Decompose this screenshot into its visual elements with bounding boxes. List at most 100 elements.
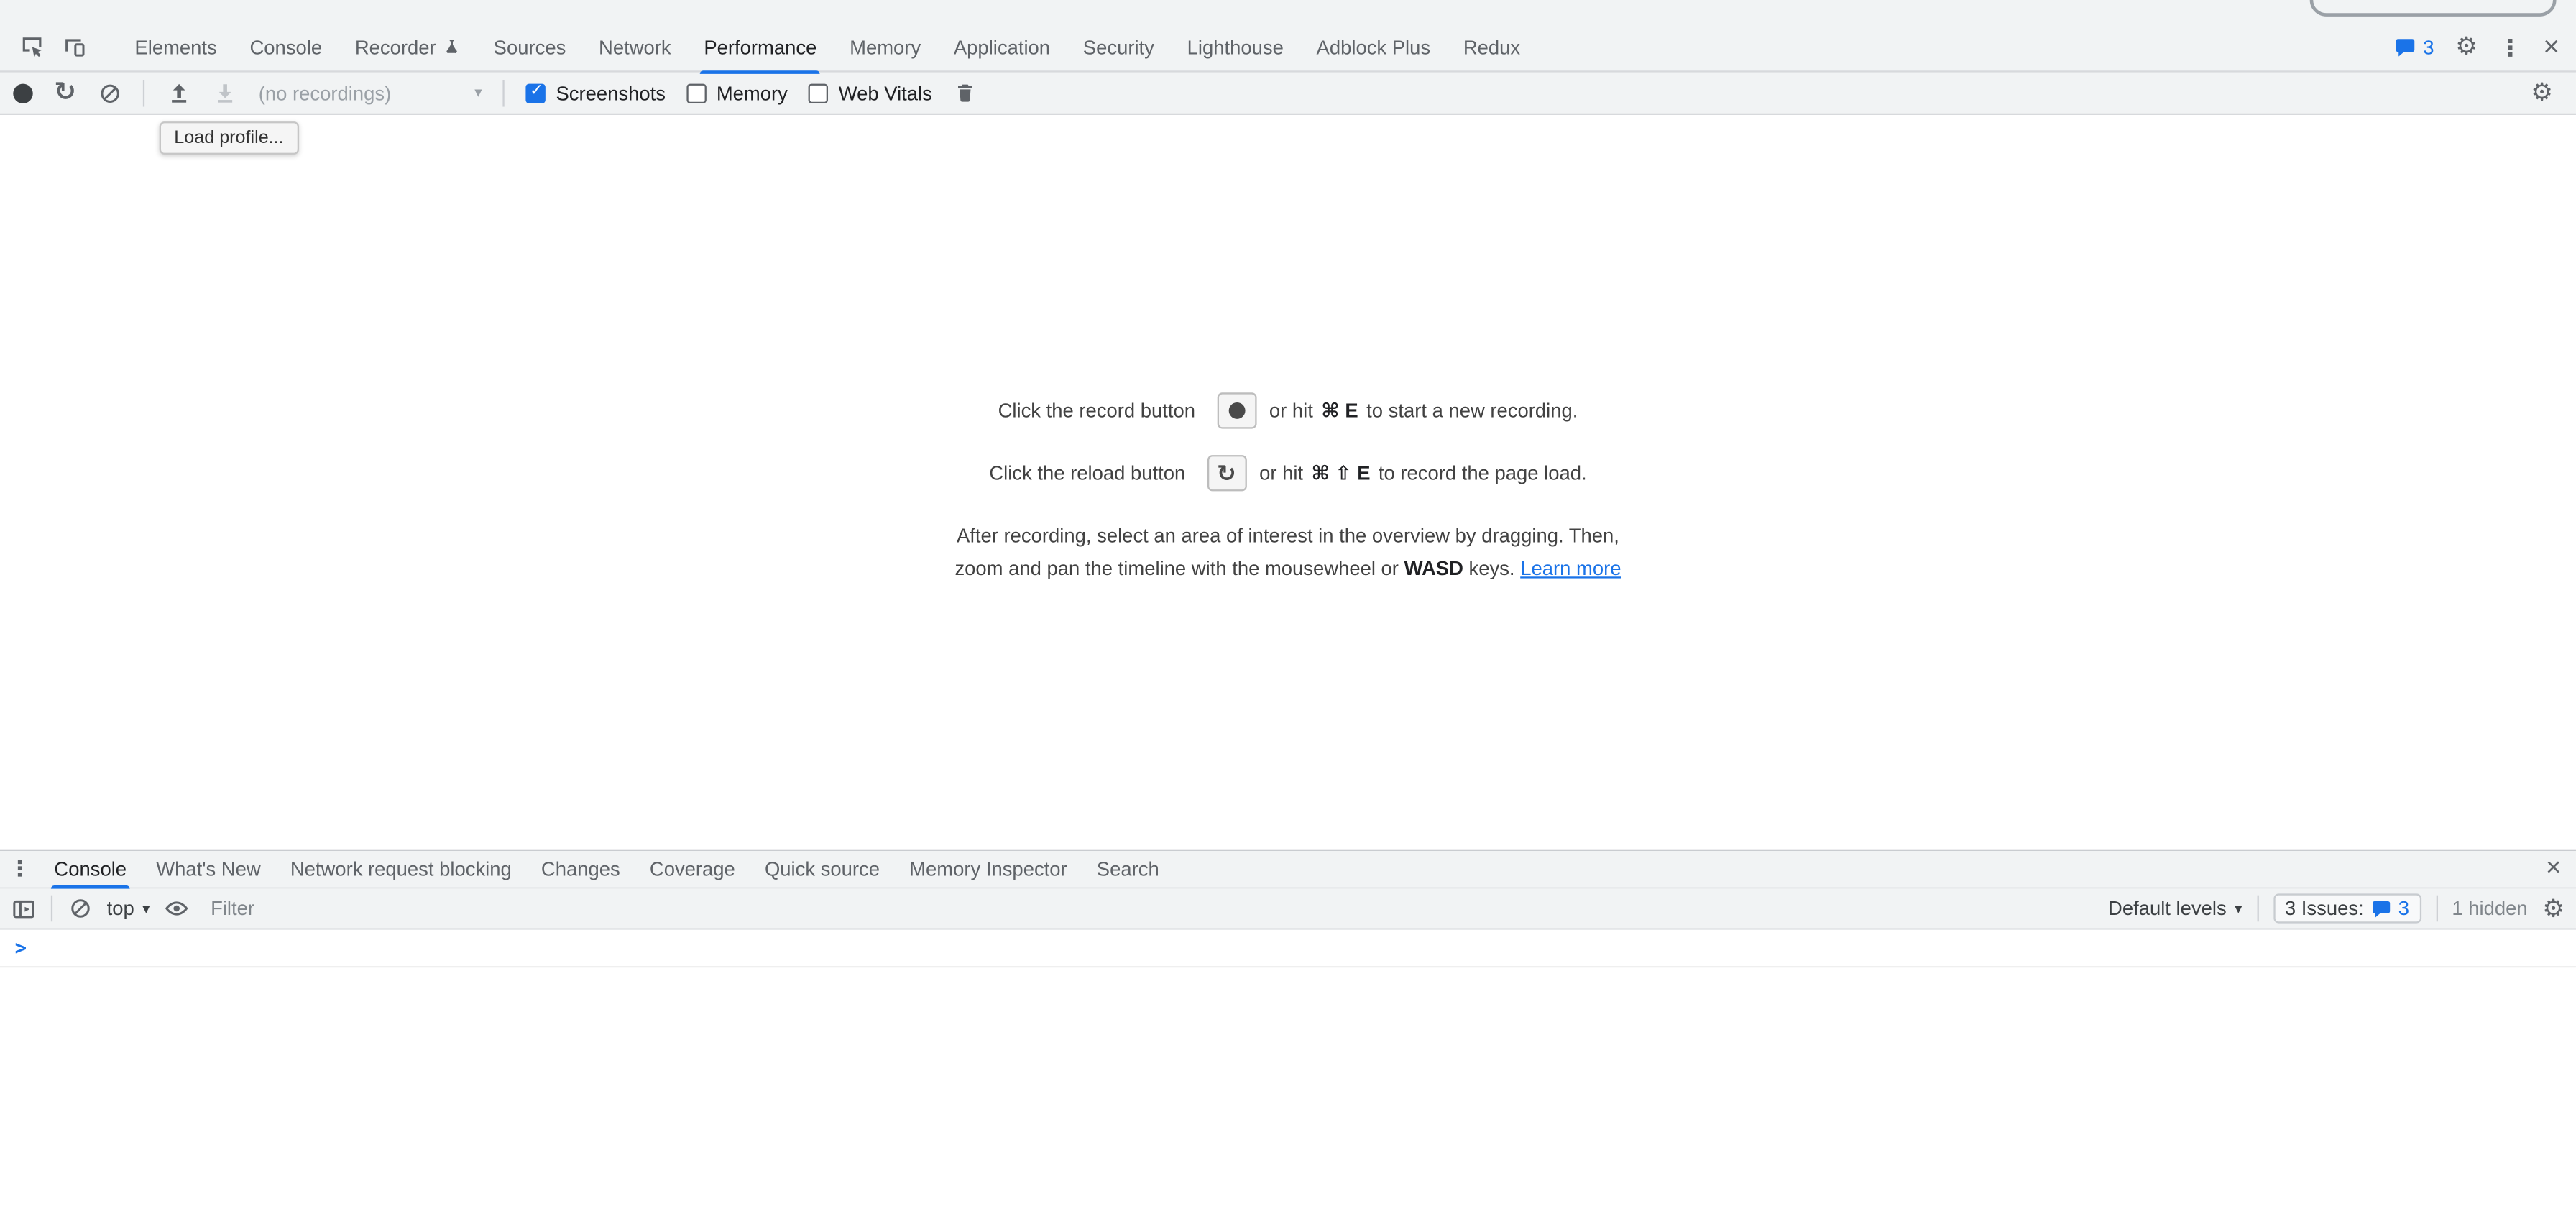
tab-redux[interactable]: Redux (1447, 22, 1537, 72)
load-profile-tooltip: Load profile... (160, 121, 298, 155)
main-tab-list: Elements Console Recorder Sources Networ… (119, 22, 1537, 72)
record-button[interactable] (1217, 392, 1256, 428)
kebab-menu-icon[interactable]: ⋮ (2499, 35, 2522, 58)
tabbar-right-controls: 3 ⚙ ⋮ × (2393, 33, 2576, 61)
web-vitals-checkbox[interactable]: Web Vitals (809, 81, 932, 104)
drawer-tab-memory-inspector[interactable]: Memory Inspector (895, 851, 1082, 887)
capture-settings-gear-icon[interactable]: ⚙ (2531, 80, 2553, 105)
inspect-icon[interactable] (10, 24, 52, 70)
reload-button[interactable]: ↻ (1207, 455, 1246, 491)
drawer-tab-label: Console (54, 857, 126, 880)
browser-artifact (2310, 0, 2557, 17)
screenshots-checkbox[interactable]: Screenshots (526, 81, 666, 104)
reload-instruction-suffix: to record the page load. (1379, 461, 1587, 484)
drawer-tab-coverage[interactable]: Coverage (635, 851, 750, 887)
recordings-dropdown[interactable]: (no recordings) ▾ (259, 81, 482, 104)
drawer-tab-label: Network request blocking (290, 857, 512, 880)
load-profile-icon[interactable] (167, 80, 191, 105)
checkbox-label: Screenshots (556, 81, 665, 104)
save-profile-icon (213, 80, 237, 105)
toolbar-divider (144, 80, 145, 106)
console-sidebar-icon[interactable] (12, 896, 36, 921)
record-instruction-middle: or hit (1269, 400, 1313, 423)
tab-recorder[interactable]: Recorder (339, 22, 477, 72)
reload-instruction-prefix: Click the reload button (989, 461, 1185, 484)
chevron-down-icon: ▾ (474, 84, 482, 102)
checkbox-label: Memory (717, 81, 788, 104)
drawer-kebab-icon[interactable]: ⋮ (0, 851, 40, 887)
drawer-tab-changes[interactable]: Changes (526, 851, 635, 887)
console-context-label: top (107, 897, 134, 920)
tab-label: Network (599, 35, 671, 58)
tab-label: Redux (1463, 35, 1520, 58)
learn-more-link[interactable]: Learn more (1520, 556, 1621, 579)
checkbox-box (526, 83, 546, 102)
tab-label: Performance (704, 35, 816, 58)
tab-console[interactable]: Console (234, 22, 339, 72)
device-toolbar-icon[interactable] (52, 24, 95, 70)
tab-network[interactable]: Network (582, 22, 687, 72)
record-icon[interactable] (13, 83, 32, 102)
drawer-tab-quick-source[interactable]: Quick source (750, 851, 894, 887)
tab-adblock-plus[interactable]: Adblock Plus (1300, 22, 1447, 72)
tab-security[interactable]: Security (1067, 22, 1171, 72)
usage-hint: After recording, select an area of inter… (954, 521, 1621, 585)
clear-icon[interactable] (98, 80, 122, 105)
clear-console-icon[interactable] (68, 896, 92, 921)
eye-icon[interactable] (165, 896, 189, 921)
tab-label: Application (954, 35, 1050, 58)
log-levels-dropdown[interactable]: Default levels ▾ (2108, 897, 2242, 920)
tab-elements[interactable]: Elements (119, 22, 234, 72)
tab-sources[interactable]: Sources (477, 22, 582, 72)
tab-memory[interactable]: Memory (833, 22, 937, 72)
issues-button-count: 3 (2398, 897, 2409, 920)
console-prompt-row[interactable]: > (0, 930, 2576, 968)
delete-recordings-icon[interactable] (954, 80, 978, 105)
record-instruction-suffix: to start a new recording. (1366, 400, 1578, 423)
tab-label: Recorder (355, 35, 436, 58)
issues-bubble-icon (2393, 35, 2416, 58)
reload-icon[interactable]: ↻ (54, 80, 76, 106)
console-toolbar: top ▾ Default levels ▾ 3 Issues: 3 1 hid… (0, 889, 2576, 930)
drawer-tab-search[interactable]: Search (1082, 851, 1174, 887)
drawer-tab-network-request-blocking[interactable]: Network request blocking (275, 851, 526, 887)
issues-button[interactable]: 3 Issues: 3 (2273, 893, 2421, 923)
close-icon[interactable]: × (2543, 33, 2559, 61)
drawer-tab-label: Changes (541, 857, 620, 880)
tab-label: Memory (850, 35, 921, 58)
issues-bubble-icon (2370, 898, 2392, 919)
chevron-down-icon: ▾ (142, 899, 150, 917)
tab-application[interactable]: Application (937, 22, 1067, 72)
tab-label: Lighthouse (1187, 35, 1284, 58)
devtools-window: Elements Console Recorder Sources Networ… (0, 0, 2576, 1206)
console-content[interactable]: > (0, 930, 2576, 1206)
tab-lighthouse[interactable]: Lighthouse (1171, 22, 1300, 72)
record-shortcut-keys: ⌘ E (1321, 400, 1358, 423)
recordings-dropdown-label: (no recordings) (259, 81, 391, 104)
hint-line2-start: zoom and pan the timeline with the mouse… (954, 556, 1398, 579)
toolbar-divider (51, 896, 52, 922)
issues-counter[interactable]: 3 (2393, 35, 2434, 58)
memory-checkbox[interactable]: Memory (687, 81, 788, 104)
reload-instruction-row: Click the reload button ↻ or hit ⌘ ⇧ E t… (989, 455, 1586, 491)
reload-shortcut-keys: ⌘ ⇧ E (1312, 461, 1371, 484)
tab-label: Security (1083, 35, 1154, 58)
console-settings-gear-icon[interactable]: ⚙ (2542, 896, 2564, 921)
toolbar-divider (2257, 896, 2258, 922)
drawer-close-icon[interactable]: × (2531, 851, 2575, 887)
console-context-selector[interactable]: top ▾ (107, 897, 150, 920)
issues-count: 3 (2423, 35, 2434, 58)
main-tabbar: Elements Console Recorder Sources Networ… (0, 0, 2576, 73)
drawer-tab-label: What's New (156, 857, 260, 880)
toolbar-divider (2436, 896, 2437, 922)
drawer-tab-console[interactable]: Console (40, 851, 142, 887)
drawer-tab-whats-new[interactable]: What's New (142, 851, 276, 887)
settings-gear-icon[interactable]: ⚙ (2455, 34, 2478, 59)
console-filter-input[interactable] (211, 897, 2087, 920)
tab-performance[interactable]: Performance (687, 22, 833, 72)
reload-arrow-icon: ↻ (1217, 461, 1236, 484)
chevron-down-icon: ▾ (2235, 899, 2242, 917)
hidden-messages-label: 1 hidden (2452, 897, 2527, 920)
tab-label: Console (249, 35, 322, 58)
checkbox-box (687, 83, 707, 102)
